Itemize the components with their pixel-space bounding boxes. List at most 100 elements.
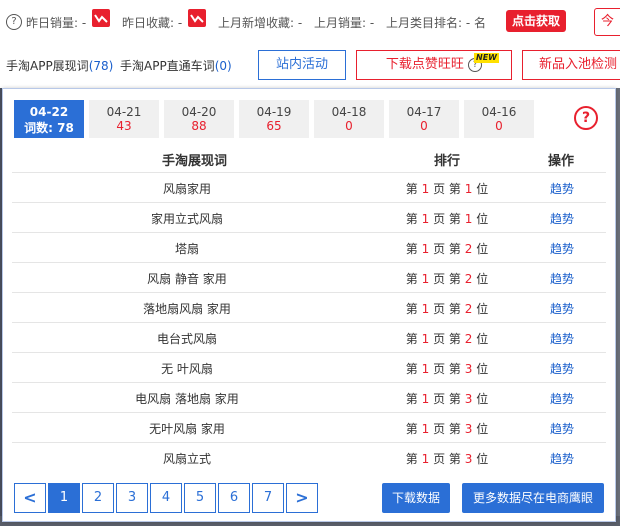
rank-cell: 第 1 页 第 3 位 [392,360,502,377]
rank-pos-suffix: 位 [476,242,489,256]
page-2-button[interactable]: 2 [82,483,114,513]
rank-position: 2 [464,332,473,346]
keyword-cell: 电风扇 落地扇 家用 [135,392,239,406]
rank-pos-prefix: 第 [448,302,461,316]
tab-direct-label: 手淘APP直通车词 [120,59,215,73]
rank-page-prefix: 第 [405,302,418,316]
table-row: 电台式风扇 第 1 页 第 2 位 趋势 [12,322,606,352]
table-row: 风扇家用 第 1 页 第 1 位 趋势 [12,172,606,202]
rank-cell: 第 1 页 第 2 位 [392,300,502,317]
date-tab-date: 04-20 [181,105,217,119]
trend-link[interactable]: 趋势 [532,300,592,317]
trend-link[interactable]: 趋势 [532,390,592,407]
page-5-button[interactable]: 5 [184,483,216,513]
rank-pos-suffix: 位 [476,212,489,226]
rank-page-prefix: 第 [405,212,418,226]
date-tab-0420[interactable]: 04-20 88 [164,100,234,138]
today-button[interactable]: 今 [594,8,620,36]
rank-cell: 第 1 页 第 2 位 [392,240,502,257]
rank-position: 3 [464,422,473,436]
keyword-cell: 风扇 静音 家用 [147,272,227,286]
rank-pos-suffix: 位 [476,302,489,316]
rank-page-prefix: 第 [405,392,418,406]
keyword-cell: 家用立式风扇 [150,212,223,226]
rank-position: 2 [464,272,473,286]
page-7-button[interactable]: 7 [252,483,284,513]
rank-position: 1 [464,182,473,196]
help-icon[interactable]: ? [6,14,22,30]
keyword-cell: 风扇立式 [162,452,211,466]
page-3-button[interactable]: 3 [116,483,148,513]
table-row: 风扇立式 第 1 页 第 3 位 趋势 [12,442,606,472]
rank-pos-suffix: 位 [476,272,489,286]
rank-page: 1 [421,332,430,346]
page-6-button[interactable]: 6 [218,483,250,513]
tab-direct-words[interactable]: 手淘APP直通车词(0) [120,57,232,74]
date-tab-0419[interactable]: 04-19 65 [239,100,309,138]
rank-page: 1 [421,242,430,256]
keyword-cell: 塔扇 [174,242,199,256]
get-data-button[interactable]: 点击获取 [506,10,566,32]
trend-link[interactable]: 趋势 [532,450,592,467]
page-4-button[interactable]: 4 [150,483,182,513]
trend-link[interactable]: 趋势 [532,210,592,227]
rank-pos-prefix: 第 [448,392,461,406]
rank-page-suffix: 页 [433,422,446,436]
rank-cell: 第 1 页 第 3 位 [392,390,502,407]
trend-link[interactable]: 趋势 [532,240,592,257]
table-row: 风扇 静音 家用 第 1 页 第 2 位 趋势 [12,262,606,292]
trend-chart-icon[interactable] [188,9,206,27]
trend-link[interactable]: 趋势 [532,270,592,287]
prev-page-button[interactable]: < [14,483,46,513]
keyword-cell: 落地扇风扇 家用 [143,302,231,316]
trend-link[interactable]: 趋势 [532,420,592,437]
date-tab-count: 43 [116,119,132,133]
rank-page-suffix: 页 [433,362,446,376]
date-tab-0417[interactable]: 04-17 0 [389,100,459,138]
header-rank: 排行 [434,154,461,169]
rank-cell: 第 1 页 第 3 位 [392,450,502,467]
new-product-check-button[interactable]: 新品入池检测 [522,50,620,80]
date-tab-0421[interactable]: 04-21 43 [89,100,159,138]
rank-page: 1 [421,302,430,316]
rank-pos-prefix: 第 [448,332,461,346]
header-action: 操作 [548,154,575,169]
date-tab-date: 04-19 [256,105,292,119]
rank-page-suffix: 页 [433,302,446,316]
table-row: 家用立式风扇 第 1 页 第 1 位 趋势 [12,202,606,232]
rank-page: 1 [421,212,430,226]
table-row: 无叶风扇 家用 第 1 页 第 3 位 趋势 [12,412,606,442]
download-data-button[interactable]: 下载数据 [382,483,450,513]
page-1-button[interactable]: 1 [48,483,80,513]
rank-page-suffix: 页 [433,272,446,286]
date-tab-0416[interactable]: 04-16 0 [464,100,534,138]
rank-pos-prefix: 第 [448,452,461,466]
keyword-cell: 无 叶风扇 [161,362,213,376]
date-tab-count: 词数: 78 [24,121,74,135]
help-icon[interactable]: ? [574,106,598,130]
date-tab-date: 04-22 [29,105,69,119]
date-tab-count: 65 [266,119,282,133]
date-tab-date: 04-18 [331,105,367,119]
table-row: 电风扇 落地扇 家用 第 1 页 第 3 位 趋势 [12,382,606,412]
date-tab-0418[interactable]: 04-18 0 [314,100,384,138]
trend-link[interactable]: 趋势 [532,360,592,377]
tab-exposure-label: 手淘APP展现词 [6,59,89,73]
date-tab-date: 04-21 [106,105,142,119]
rank-pos-suffix: 位 [476,392,489,406]
date-tab-0422[interactable]: 04-22 词数: 78 [14,100,84,138]
rank-page-suffix: 页 [433,392,446,406]
download-zan-label: 下载点赞旺旺 [385,57,464,72]
trend-chart-icon[interactable] [92,9,110,27]
rank-cell: 第 1 页 第 2 位 [392,330,502,347]
more-data-button[interactable]: 更多数据尽在电商鹰眼 [462,483,604,513]
next-page-button[interactable]: > [286,483,318,513]
rank-cell: 第 1 页 第 2 位 [392,270,502,287]
rank-page-prefix: 第 [405,362,418,376]
trend-link[interactable]: 趋势 [532,330,592,347]
onsite-activity-button[interactable]: 站内活动 [258,50,346,80]
tab-exposure-words[interactable]: 手淘APP展现词(78) [6,57,113,74]
rank-pos-prefix: 第 [448,362,461,376]
rank-page-prefix: 第 [405,332,418,346]
trend-link[interactable]: 趋势 [532,180,592,197]
